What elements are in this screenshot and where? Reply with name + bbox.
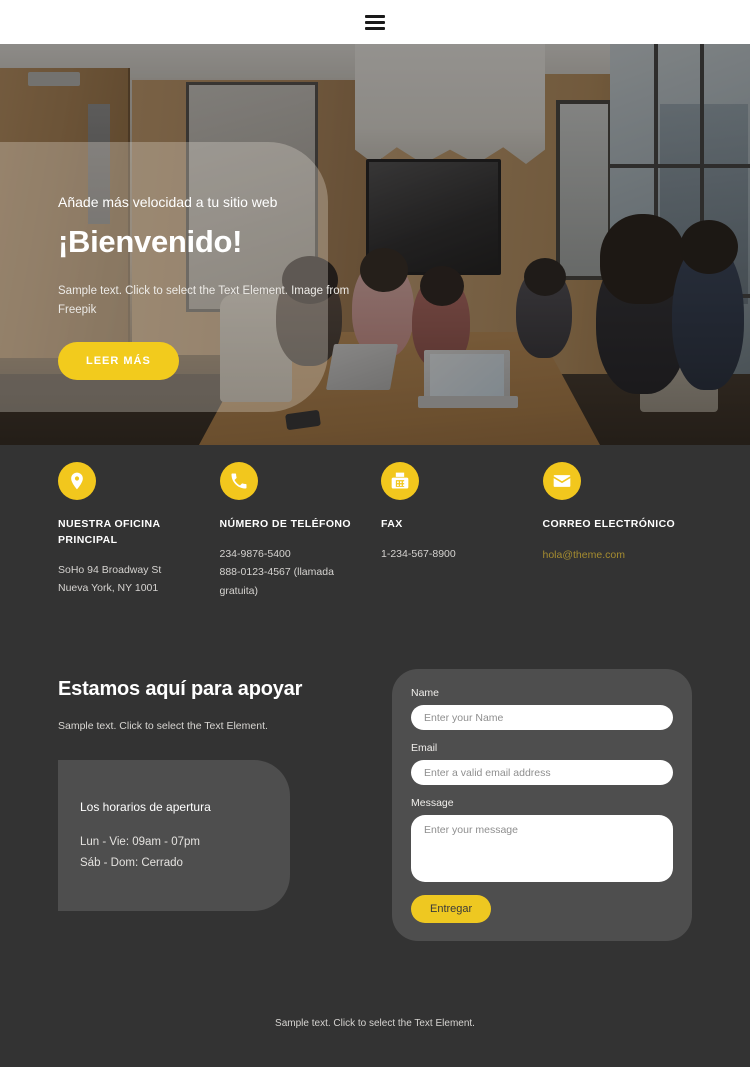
contact-line: 1-234-567-8900 [381,547,456,560]
name-label: Name [411,687,440,699]
hamburger-icon[interactable] [365,14,385,30]
message-textarea[interactable] [411,815,673,882]
read-more-button[interactable]: LEER MÁS [58,341,179,380]
hero-section: Añade más velocidad a tu sitio web ¡Bien… [0,44,750,445]
contact-title: CORREO ELECTRÓNICO [542,518,676,530]
contact-info-strip: NUESTRA OFICINA PRINCIPAL SoHo 94 Broadw… [0,445,750,600]
hero-title: ¡Bienvenido! [58,224,243,259]
contact-title: FAX [381,518,403,530]
contact-item-phone: NÚMERO DE TELÉFONO 234-9876-5400 888-012… [219,462,370,600]
footer-text: Sample text. Click to select the Text El… [275,1018,475,1029]
contact-title: NÚMERO DE TELÉFONO [219,518,351,530]
support-heading: Estamos aquí para apoyar [58,678,303,700]
fax-icon [381,462,419,500]
email-link[interactable]: hola@theme.com [543,549,625,561]
location-pin-icon [58,462,96,500]
name-input[interactable] [411,705,673,730]
phone-icon [219,462,258,500]
email-input[interactable] [411,760,673,785]
site-header [0,0,750,44]
support-text-block: Estamos aquí para apoyar Sample text. Cl… [58,678,358,735]
hero-content: Añade más velocidad a tu sitio web ¡Bien… [58,194,358,380]
contact-line: Nueva York, NY 1001 [58,581,159,594]
support-paragraph: Sample text. Click to select the Text El… [58,720,268,732]
contact-form-card: Name Email Message Entregar [392,669,692,941]
contact-item-email: CORREO ELECTRÓNICO hola@theme.com [542,462,693,600]
hamburger-bar [365,14,385,18]
message-label: Message [411,797,454,809]
page-root: Añade más velocidad a tu sitio web ¡Bien… [0,0,750,1067]
hero-kicker: Añade más velocidad a tu sitio web [58,194,278,210]
contact-line: SoHo 94 Broadway St [58,563,162,576]
site-footer: Sample text. Click to select the Text El… [0,1018,750,1029]
opening-hours-weekday: Lun - Vie: 09am - 07pm [80,836,200,848]
hamburger-bar [365,20,385,24]
contact-item-office: NUESTRA OFICINA PRINCIPAL SoHo 94 Broadw… [58,462,208,600]
hero-subtitle: Sample text. Click to select the Text El… [58,285,350,316]
envelope-icon [542,462,581,500]
contact-line: 234-9876-5400 [219,547,291,560]
contact-item-fax: FAX 1-234-567-8900 [381,462,531,600]
email-label: Email [411,742,438,754]
opening-hours-card: Los horarios de apertura Lun - Vie: 09am… [58,760,290,911]
opening-hours-title: Los horarios de apertura [80,800,211,814]
contact-title: NUESTRA OFICINA PRINCIPAL [58,518,161,546]
opening-hours-weekend: Sáb - Dom: Cerrado [80,856,183,869]
contact-line: 888-0123-4567 (llamada gratuita) [219,566,334,597]
submit-button[interactable]: Entregar [411,895,492,923]
hamburger-bar [365,26,385,30]
